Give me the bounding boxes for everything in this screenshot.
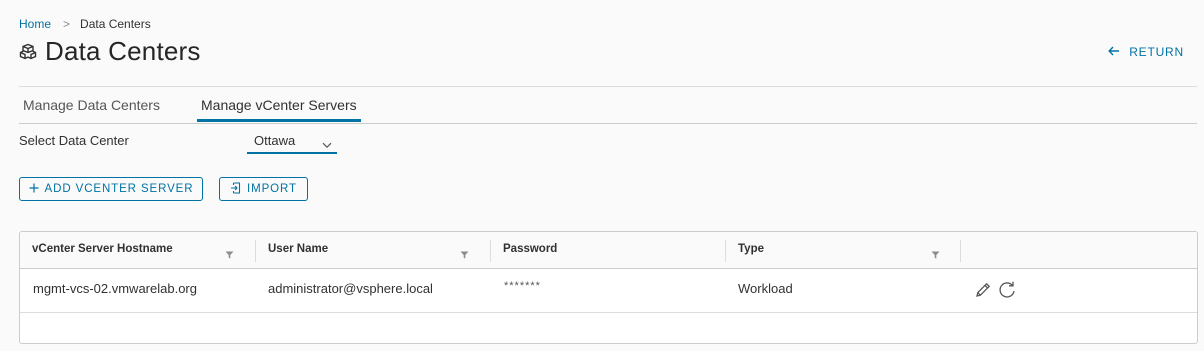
edit-pencil-icon[interactable] (972, 280, 994, 300)
column-header-hostname: vCenter Server Hostname (20, 232, 256, 268)
import-icon (230, 181, 247, 197)
vcenter-servers-grid: vCenter Server Hostname User Name Passwo… (19, 231, 1198, 344)
table-row: mgmt-vcs-02.vmwarelab.org administrator@… (20, 269, 1197, 313)
tab-bar: Manage Data Centers Manage vCenter Serve… (19, 97, 1197, 124)
add-vcenter-server-button[interactable]: ADD VCENTER SERVER (19, 177, 203, 201)
breadcrumb-separator: > (63, 17, 71, 31)
data-center-select[interactable]: Ottawa (247, 130, 337, 154)
plus-icon (29, 183, 45, 196)
return-label: RETURN (1129, 45, 1184, 59)
import-label: IMPORT (247, 183, 297, 195)
select-data-center-label: Select Data Center (19, 133, 129, 148)
grid-header: vCenter Server Hostname User Name Passwo… (20, 232, 1197, 269)
filter-icon[interactable] (460, 246, 469, 264)
column-divider[interactable] (960, 240, 961, 262)
import-button[interactable]: IMPORT (219, 177, 308, 201)
tab-manage-vcenter-servers[interactable]: Manage vCenter Servers (197, 97, 361, 122)
page-header: Data Centers (18, 36, 201, 67)
arrow-left-icon (1108, 45, 1129, 59)
return-button[interactable]: RETURN (1108, 45, 1184, 59)
data-center-select-value: Ottawa (254, 133, 296, 148)
page-title: Data Centers (45, 36, 201, 66)
chevron-down-icon (322, 136, 332, 154)
column-header-type: Type (726, 232, 961, 268)
datacenter-icon (18, 42, 38, 62)
column-header-password: Password (491, 232, 726, 268)
column-header-label: vCenter Server Hostname (32, 243, 173, 255)
breadcrumb-current: Data Centers (80, 17, 151, 31)
row-actions (972, 280, 1020, 300)
breadcrumb-home-link[interactable]: Home (19, 17, 51, 31)
header-divider (19, 86, 1197, 87)
breadcrumb: Home > Data Centers (19, 17, 151, 31)
cell-hostname: mgmt-vcs-02.vmwarelab.org (33, 281, 197, 296)
column-header-label: Type (738, 243, 764, 255)
cell-type: Workload (738, 281, 793, 296)
column-header-label: User Name (268, 243, 329, 255)
filter-icon[interactable] (225, 246, 234, 264)
add-vcenter-server-label: ADD VCENTER SERVER (44, 183, 194, 195)
column-header-username: User Name (256, 232, 491, 268)
refresh-icon[interactable] (996, 280, 1018, 300)
column-header-label: Password (503, 243, 558, 255)
filter-icon[interactable] (931, 246, 940, 264)
cell-password: ******* (504, 280, 541, 292)
tab-manage-data-centers[interactable]: Manage Data Centers (19, 97, 164, 121)
cell-username: administrator@vsphere.local (268, 281, 433, 296)
